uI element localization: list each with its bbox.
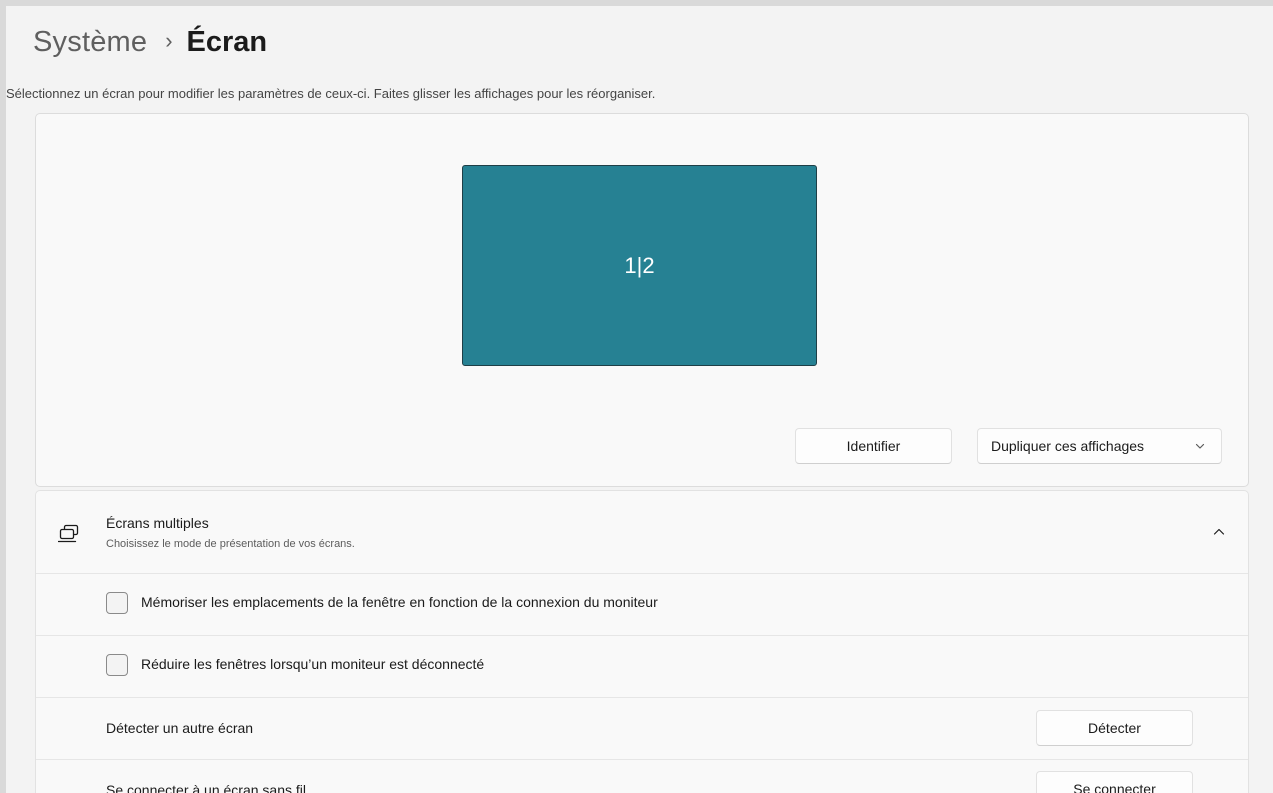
wireless-display-label: Se connecter à un écran sans fil <box>106 782 307 793</box>
display-mode-dropdown-value: Dupliquer ces affichages <box>991 438 1145 454</box>
minimize-windows-row: Réduire les fenêtres lorsqu’un moniteur … <box>36 635 1248 697</box>
breadcrumb: Système › Écran <box>33 20 267 64</box>
display-mode-dropdown[interactable]: Dupliquer ces affichages <box>977 428 1222 464</box>
remember-window-locations-checkbox[interactable] <box>106 592 128 614</box>
detect-display-label: Détecter un autre écran <box>106 720 254 736</box>
wireless-display-row: Se connecter à un écran sans fil Se conn… <box>36 759 1248 793</box>
minimize-windows-label[interactable]: Réduire les fenêtres lorsqu’un moniteur … <box>141 656 484 672</box>
page-title: Écran <box>186 25 268 58</box>
multiple-displays-header[interactable]: Écrans multiples Choisissez le mode de p… <box>36 491 1248 573</box>
connect-button[interactable]: Se connecter <box>1036 771 1193 793</box>
breadcrumb-system-link[interactable]: Système <box>33 26 147 59</box>
display-settings-page: Système › Écran Sélectionnez un écran po… <box>6 6 1273 793</box>
display-arrangement-panel: 1|2 Identifier Dupliquer ces affichages <box>35 113 1249 487</box>
remember-window-locations-label[interactable]: Mémoriser les emplacements de la fenêtre… <box>141 594 658 610</box>
multiple-monitors-icon <box>58 524 79 543</box>
arrangement-description: Sélectionnez un écran pour modifier les … <box>6 86 656 101</box>
section-subtitle: Choisissez le mode de présentation de vo… <box>106 538 355 550</box>
monitor-tile[interactable]: 1|2 <box>462 165 817 366</box>
minimize-windows-checkbox[interactable] <box>106 654 128 676</box>
multiple-displays-section: Écrans multiples Choisissez le mode de p… <box>35 490 1249 793</box>
detect-button[interactable]: Détecter <box>1036 710 1193 746</box>
breadcrumb-separator: › <box>165 28 173 53</box>
section-title: Écrans multiples <box>106 515 209 531</box>
chevron-up-icon[interactable] <box>1212 525 1226 539</box>
chevron-down-icon <box>1195 443 1205 449</box>
detect-display-row: Détecter un autre écran Détecter <box>36 697 1248 759</box>
identify-button[interactable]: Identifier <box>795 428 952 464</box>
remember-window-locations-row: Mémoriser les emplacements de la fenêtre… <box>36 573 1248 635</box>
